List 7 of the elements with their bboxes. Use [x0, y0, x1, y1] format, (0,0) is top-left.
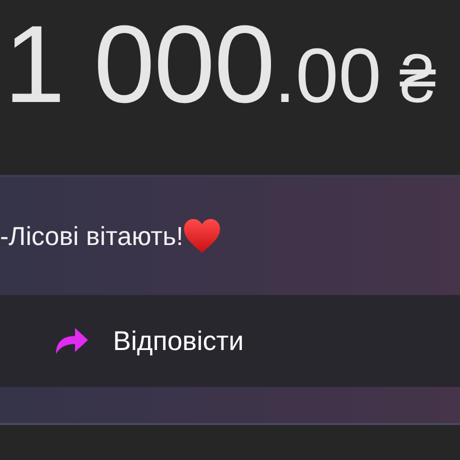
amount-fraction: .00 — [274, 38, 382, 115]
reply-button[interactable]: Відповісти — [0, 295, 460, 387]
heart-icon — [183, 218, 222, 254]
amount-value: 1 000 — [4, 10, 274, 120]
reply-arrow-icon — [55, 327, 89, 355]
currency-symbol: ₴ — [399, 46, 436, 112]
message-text: -Лісові вітають! — [0, 220, 184, 252]
